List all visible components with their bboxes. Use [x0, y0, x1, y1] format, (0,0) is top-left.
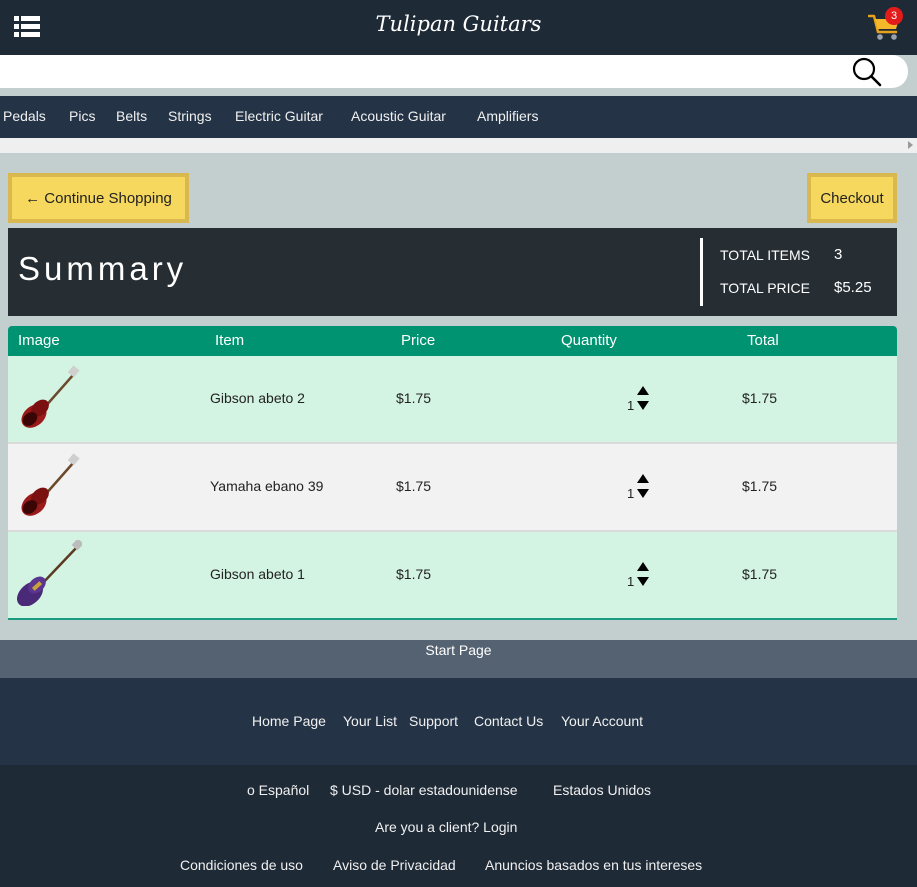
- nav-item-amplifiers[interactable]: Amplifiers: [477, 108, 538, 124]
- total-items-label: TOTAL ITEMS: [720, 247, 810, 263]
- nav-item-belts[interactable]: Belts: [116, 108, 147, 124]
- total-price-label: TOTAL PRICE: [720, 280, 810, 296]
- footer-link-your-list[interactable]: Your List: [343, 713, 397, 729]
- nav-item-strings[interactable]: Strings: [168, 108, 212, 124]
- summary-panel: Summary TOTAL ITEMS 3 TOTAL PRICE $5.25: [8, 228, 897, 316]
- country-selector[interactable]: Estados Unidos: [553, 782, 651, 798]
- footer-link-contact-us[interactable]: Contact Us: [474, 713, 543, 729]
- nav-item-pics[interactable]: Pics: [69, 108, 95, 124]
- legal-link-privacy[interactable]: Aviso de Privacidad: [333, 857, 456, 873]
- column-header-total: Total: [747, 332, 779, 349]
- cart-count-badge: 3: [885, 7, 903, 25]
- item-price: $1.75: [396, 390, 432, 406]
- footer-link-support[interactable]: Support: [409, 713, 458, 729]
- item-total: $1.75: [742, 566, 778, 582]
- red-guitar-thumbnail: [21, 365, 80, 428]
- quantity-value[interactable]: 1: [627, 398, 634, 413]
- column-header-item: Item: [215, 332, 245, 349]
- nav-item-acoustic-guitar[interactable]: Acoustic Guitar: [351, 108, 446, 124]
- total-items-value: 3: [834, 246, 843, 263]
- quantity-increase-icon[interactable]: [637, 474, 649, 483]
- column-header-price: Price: [401, 332, 436, 349]
- quantity-value[interactable]: 1: [627, 574, 634, 589]
- nav-item-pedals[interactable]: Pedals: [3, 108, 46, 124]
- start-page-link[interactable]: Start Page: [0, 642, 917, 658]
- client-login-link[interactable]: Are you a client? Login: [375, 819, 517, 835]
- quantity-value[interactable]: 1: [627, 486, 634, 501]
- scroll-right-arrow-icon[interactable]: [908, 141, 913, 149]
- table-row: Gibson abeto 2 $1.75 1 $1.75: [8, 356, 897, 444]
- table-header: Image Item Price Quantity Total: [8, 326, 897, 356]
- checkout-button[interactable]: Checkout: [807, 173, 897, 223]
- language-selector[interactable]: o Español: [247, 782, 309, 798]
- quantity-increase-icon[interactable]: [637, 386, 649, 395]
- quantity-decrease-icon[interactable]: [637, 489, 649, 498]
- continue-shopping-button[interactable]: ← Continue Shopping: [8, 173, 189, 223]
- horizontal-scrollbar[interactable]: [0, 138, 917, 153]
- table-row: Gibson abeto 1 $1.75 1 $1.75: [8, 532, 897, 620]
- quantity-decrease-icon[interactable]: [637, 577, 649, 586]
- quantity-increase-icon[interactable]: [637, 562, 649, 571]
- item-total: $1.75: [742, 478, 778, 494]
- footer-links: Home Page Your List Support Contact Us Y…: [0, 678, 917, 765]
- cart-table: Image Item Price Quantity Total Gibson a…: [8, 326, 897, 620]
- item-name[interactable]: Gibson abeto 2: [210, 390, 305, 406]
- item-total: $1.75: [742, 390, 778, 406]
- item-name[interactable]: Yamaha ebano 39: [210, 478, 323, 494]
- brand-logo[interactable]: Tulipan Guitars: [0, 12, 917, 36]
- total-price-value: $5.25: [834, 279, 872, 296]
- start-page-bar: Start Page: [0, 640, 917, 678]
- item-price: $1.75: [396, 566, 432, 582]
- summary-title: Summary: [18, 250, 188, 287]
- top-bar: Tulipan Guitars 3: [0, 0, 917, 55]
- summary-divider: [700, 238, 703, 306]
- footer-bottom: o Español $ USD - dolar estadounidense E…: [0, 765, 917, 887]
- table-row: Yamaha ebano 39 $1.75 1 $1.75: [8, 444, 897, 532]
- legal-link-interest-ads[interactable]: Anuncios basados en tus intereses: [485, 857, 702, 873]
- cart-button[interactable]: 3: [867, 7, 904, 42]
- item-name[interactable]: Gibson abeto 1: [210, 566, 305, 582]
- item-price: $1.75: [396, 478, 432, 494]
- footer-link-your-account[interactable]: Your Account: [561, 713, 643, 729]
- legal-link-terms[interactable]: Condiciones de uso: [180, 857, 303, 873]
- column-header-image: Image: [18, 332, 60, 349]
- quantity-decrease-icon[interactable]: [637, 401, 649, 410]
- footer-link-home-page[interactable]: Home Page: [252, 713, 326, 729]
- search-button[interactable]: [850, 56, 884, 87]
- purple-guitar-thumbnail: [16, 540, 82, 606]
- red-guitar-thumbnail: [21, 453, 80, 516]
- category-nav: Pedals Pics Belts Strings Electric Guita…: [0, 96, 917, 138]
- search-input[interactable]: [0, 55, 908, 88]
- nav-item-electric-guitar[interactable]: Electric Guitar: [235, 108, 323, 124]
- search-icon: [852, 57, 882, 87]
- column-header-quantity: Quantity: [561, 332, 617, 349]
- currency-selector[interactable]: $ USD - dolar estadounidense: [330, 782, 518, 798]
